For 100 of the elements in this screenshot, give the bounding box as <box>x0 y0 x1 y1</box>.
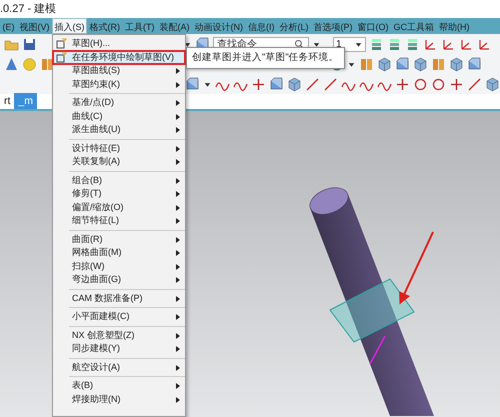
menu-item-label: 网格曲面(M) <box>71 246 122 259</box>
submenu-arrow-icon <box>176 68 180 74</box>
menu-item[interactable]: 焊接助理(N) <box>53 392 185 406</box>
document-tab[interactable]: rt <box>0 93 14 109</box>
line-icon[interactable] <box>467 76 482 92</box>
circle-icon[interactable] <box>413 76 428 92</box>
menu-item[interactable]: 曲面(R) <box>53 232 185 246</box>
menu-item[interactable]: 格式(R) <box>87 18 122 34</box>
menu-item[interactable]: 首选项(P) <box>311 18 355 34</box>
menu-item[interactable]: NX 创意塑型(Z) <box>53 328 185 342</box>
menu-item-label: 设计特征(E) <box>71 142 120 155</box>
menu-item-label: 修剪(T) <box>71 187 102 200</box>
menu-item[interactable]: 组合(B) <box>53 174 185 187</box>
menu-item[interactable]: 小平面建模(C) <box>53 310 185 324</box>
menu-item-label: 派生曲线(U) <box>71 123 120 136</box>
menu-item[interactable]: 派生曲线(U) <box>53 123 185 136</box>
book-icon[interactable] <box>40 56 55 72</box>
stack-icon[interactable] <box>369 36 384 52</box>
submenu-arrow-icon <box>176 191 180 197</box>
menu-item[interactable]: 草图曲线(S) <box>53 64 185 78</box>
menu-item[interactable]: GC工具箱 <box>391 18 436 34</box>
box-icon[interactable] <box>467 56 482 72</box>
layer-dropdown[interactable]: 1 <box>333 36 366 52</box>
menu-item[interactable]: 分析(L) <box>277 18 311 34</box>
line-icon[interactable] <box>305 76 320 92</box>
box-icon[interactable] <box>185 76 200 92</box>
menu-item[interactable]: 基准/点(D) <box>53 96 185 110</box>
menu-item-label: 小平面建模(C) <box>71 310 130 323</box>
cone-icon[interactable] <box>4 56 19 72</box>
submenu-arrow-icon <box>176 236 180 242</box>
menu-item[interactable]: 弯边曲面(G) <box>53 273 185 286</box>
cube-icon[interactable] <box>377 56 392 72</box>
menu-item-label: 细节特征(L) <box>71 214 119 227</box>
menu-item[interactable]: 修剪(T) <box>53 187 185 200</box>
menu-item-label: 组合(B) <box>71 174 102 187</box>
submenu-arrow-icon <box>176 82 180 88</box>
menu-item[interactable]: 动画设计(N) <box>192 18 246 34</box>
cube-icon[interactable] <box>485 76 500 92</box>
cube-icon[interactable] <box>287 76 302 92</box>
submenu-arrow-icon <box>176 159 180 165</box>
menu-item[interactable]: 曲线(C) <box>53 110 185 123</box>
menu-item[interactable]: 细节特征(L) <box>53 214 185 228</box>
menu-item[interactable]: 装配(A) <box>157 18 192 34</box>
menu-item[interactable]: 窗口(O) <box>355 18 391 34</box>
menu-item-label: 草图(H)... <box>71 37 110 50</box>
plus-icon[interactable] <box>251 76 266 92</box>
menu-item-label: 偏置/缩放(O) <box>71 200 124 214</box>
submenu-arrow-icon <box>176 314 180 320</box>
stack-icon[interactable] <box>387 36 402 52</box>
menu-item-label: 弯边曲面(G) <box>71 273 121 286</box>
menu-item[interactable]: 草图(H)... <box>53 37 185 50</box>
menu-item[interactable]: 网格曲面(M) <box>53 246 185 260</box>
menu-item-label: 基准/点(D) <box>71 96 114 109</box>
menu-item-label: NX 创意塑型(Z) <box>71 328 134 342</box>
menu-item[interactable]: 在任务环境中绘制草图(V) <box>53 50 185 64</box>
cube-icon[interactable] <box>449 56 464 72</box>
plus-icon[interactable] <box>395 76 410 92</box>
submenu-arrow-icon <box>176 332 180 338</box>
sketch-icon <box>56 38 67 50</box>
submenu-arrow-icon <box>176 100 180 106</box>
menu-item[interactable]: CAM 数据准备(P) <box>53 292 185 305</box>
menu-item-label: 草图约束(K) <box>71 78 120 91</box>
menu-item[interactable]: 表(B) <box>53 379 185 392</box>
menu-item[interactable]: 信息(I) <box>246 18 277 34</box>
menu-item[interactable]: 视图(V) <box>17 18 52 34</box>
submenu-arrow-icon <box>176 204 180 210</box>
menu-item[interactable]: 航空设计(A) <box>53 360 185 374</box>
submenu-arrow-icon <box>176 264 180 270</box>
stack-icon[interactable] <box>405 36 420 52</box>
menu-item[interactable]: 草图约束(K) <box>53 78 185 91</box>
menu-item[interactable]: 设计特征(E) <box>53 142 185 155</box>
menu-item[interactable]: 帮助(H) <box>436 18 472 34</box>
menu-item-label: 扫掠(W) <box>71 260 104 273</box>
menu-item[interactable]: 关联复制(A) <box>53 155 185 168</box>
submenu-arrow-icon <box>176 146 180 152</box>
menu-item[interactable]: (E) <box>0 18 17 34</box>
submenu-arrow-icon <box>176 178 180 184</box>
line-icon[interactable] <box>323 76 338 92</box>
box-icon[interactable] <box>269 76 284 92</box>
menu-item-label: 同步建模(Y) <box>71 342 120 355</box>
menu-item[interactable]: 偏置/缩放(O) <box>53 200 185 214</box>
menu-item[interactable]: 扫掠(W) <box>53 260 185 273</box>
circle-icon[interactable] <box>431 76 446 92</box>
menu-item[interactable]: 插入(S) <box>52 18 87 34</box>
submenu-arrow-icon <box>176 277 180 283</box>
cube-icon[interactable] <box>413 56 428 72</box>
menu-item-label: 草图曲线(S) <box>71 64 120 77</box>
menu-item-label: 表(B) <box>71 379 93 392</box>
menu-item[interactable]: 同步建模(Y) <box>53 342 185 356</box>
book-icon[interactable] <box>431 56 446 72</box>
submenu-arrow-icon <box>176 218 180 224</box>
submenu-arrow-icon <box>176 364 180 370</box>
sketch-icon <box>56 52 67 63</box>
submenu-arrow-icon <box>176 383 180 389</box>
submenu-arrow-icon <box>176 127 180 133</box>
box-icon[interactable] <box>395 56 410 72</box>
plus-icon[interactable] <box>449 76 464 92</box>
save-icon[interactable] <box>22 36 37 52</box>
menu-item[interactable]: 工具(T) <box>122 18 157 34</box>
menu-item-label: 关联复制(A) <box>71 155 120 168</box>
